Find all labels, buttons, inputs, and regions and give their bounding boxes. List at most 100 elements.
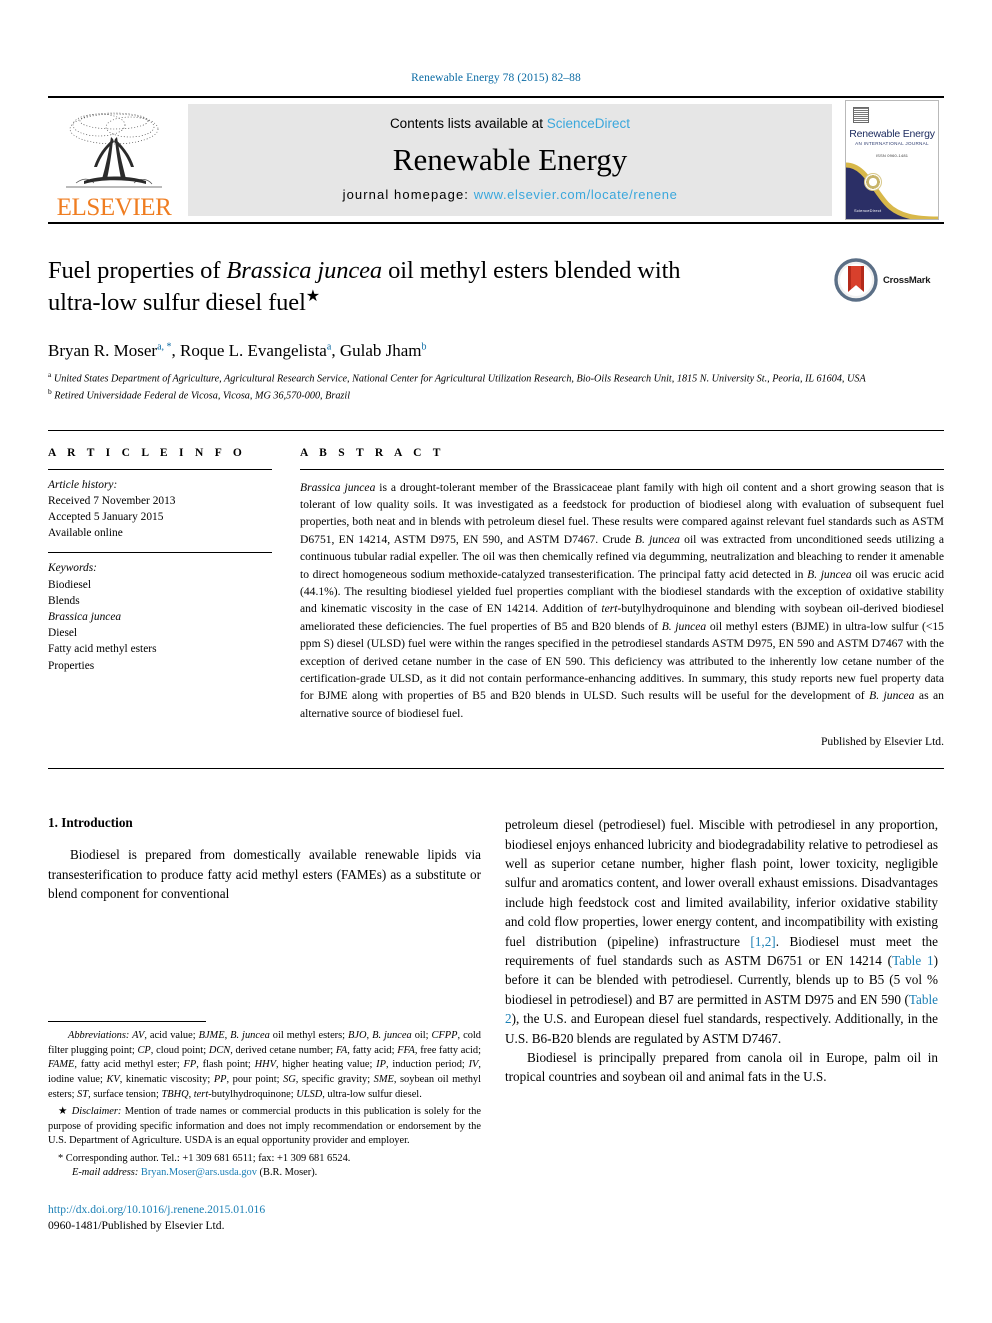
abbreviation-definition: oil; [411,1030,432,1042]
sciencedirect-panel: Contents lists available at ScienceDirec… [188,104,832,216]
abstract-text: Brassica juncea is a drought-tolerant me… [300,470,944,722]
issn-line: 0960-1481/Published by Elsevier Ltd. [48,1218,225,1232]
abbreviation-definition: , surface tension; [88,1088,162,1100]
author-1-name: Bryan R. Moser [48,340,158,360]
author-3-name: Gulab Jham [339,340,422,360]
body-run: petroleum diesel (petrodiesel) fuel. Mis… [505,817,938,949]
email-suffix: (B.R. Moser). [256,1167,318,1179]
body-run: ), the U.S. and European diesel fuel sta… [505,1011,938,1046]
abbreviation-definition: , derived cetane number; [230,1044,336,1056]
sciencedirect-link[interactable]: ScienceDirect [547,116,630,131]
abbreviation-term: DCN [208,1044,231,1056]
abbreviation-term: SME [373,1074,394,1085]
author-2: Roque L. Evangelistaa [180,341,331,360]
abbreviation-term: B. juncea [372,1030,412,1042]
abbreviation-term: ST [77,1088,89,1100]
keyword-item: Fatty acid methyl esters [48,643,157,656]
affiliations: a United States Department of Agricultur… [48,370,944,404]
abbreviation-definition: , flash point; [196,1059,255,1071]
footnote-separator [48,1021,206,1023]
elsevier-tree-icon [54,109,174,197]
body-column-right: petroleum diesel (petrodiesel) fuel. Mis… [505,815,938,1234]
title-pre: Fuel properties of [48,257,227,284]
crossmark-label: CrossMark [883,274,931,286]
abbreviation-term: FFA [397,1044,415,1056]
title-line2: ultra-low sulfur diesel fuel [48,289,306,317]
cover-publisher-icon [853,107,869,123]
published-by-line: Published by Elsevier Ltd. [820,735,944,749]
author-3-marks[interactable]: b [422,341,427,352]
info-abstract-band: A R T I C L E I N F O Article history: R… [48,429,944,770]
cover-subtitle: AN INTERNATIONAL JOURNAL [855,141,929,146]
journal-homepage-line: journal homepage: www.elsevier.com/locat… [343,187,678,202]
abbreviation-term: SG [283,1074,296,1085]
affiliation-a-text: United States Department of Agriculture,… [53,373,866,385]
disclaimer-footnote: ★ Disclaimer: Mention of trade names or … [48,1105,481,1149]
abbreviation-term: CP [137,1044,151,1056]
abbreviation-term: BJO [348,1030,367,1042]
cover-footer: ScienceDirect [854,208,882,213]
author-1: Bryan R. Mosera, * [48,341,172,360]
article-history-accepted: Accepted 5 January 2015 [48,511,164,523]
article-history-label: Article history: [48,478,118,491]
abbreviation-term: FA [335,1044,348,1056]
title-species: Brassica juncea [226,257,383,284]
author-2-marks[interactable]: a [327,341,331,352]
doi-link[interactable]: http://dx.doi.org/10.1016/j.renene.2015.… [48,1203,481,1216]
abbreviation-term: AV [132,1030,145,1042]
abbreviations-footnote: Abbreviations: AV, acid value; BJME, B. … [48,1029,481,1102]
email-link[interactable]: Bryan.Moser@ars.usda.gov [141,1167,257,1178]
cover-title: Renewable Energy [849,128,935,140]
author-list: Bryan R. Mosera, *, Roque L. Evangelista… [48,340,427,360]
cover-emblem-icon [864,173,882,191]
affiliation-a: a United States Department of Agricultur… [48,370,944,387]
abbreviation-definition: oil methyl esters; [269,1030,349,1042]
homepage-label: journal homepage: [342,187,474,202]
abbreviation-definition: , specific gravity; [295,1074,374,1085]
intro-paragraph-left: Biodiesel is prepared from domestically … [48,847,481,901]
keyword-item: Properties [48,659,95,672]
running-head: Renewable Energy 78 (2015) 82–88 [411,72,581,84]
email-label: E-mail address: [72,1167,139,1179]
disclaimer-label: Disclaimer: [71,1106,122,1118]
abbreviation-term: BJME [198,1030,225,1042]
abstract-italic-run: Brassica juncea [300,480,376,494]
disclaimer-marker: ★ [58,1106,69,1118]
title-post: oil methyl esters blended with [382,257,681,284]
abstract-italic-run: B. juncea [869,689,915,703]
contents-available-line: Contents lists available at ScienceDirec… [390,116,630,131]
abbreviation-definition: , fatty acid methyl ester; [74,1059,184,1071]
abstract-column: A B S T R A C T Brassica juncea is a dro… [300,447,944,748]
corresponding-author-footnote: * Corresponding author. Tel.: +1 309 681… [48,1152,481,1167]
abbreviation-definition: , free fatty acid; [414,1044,481,1056]
journal-title: Renewable Energy [392,141,628,177]
article-history-received: Received 7 November 2013 [48,494,176,507]
abbreviation-term: ULSD [296,1088,323,1100]
inline-reference-link[interactable]: [1,2] [750,934,775,949]
author-1-marks[interactable]: a, * [157,341,171,352]
abbreviation-definition: , induction period; [385,1059,469,1071]
keywords-group: Keywords: Biodiesel Blends Brassica junc… [48,553,272,684]
abstract-italic-run: B. juncea [661,619,707,633]
article-info-column: A R T I C L E I N F O Article history: R… [48,447,300,748]
abbreviation-term: FAME [48,1059,75,1071]
keyword-item: Diesel [48,627,78,640]
author-3: Gulab Jhamb [340,341,427,360]
contents-prefix: Contents lists available at [389,116,547,131]
inline-reference-link[interactable]: Table 1 [892,953,934,968]
homepage-url-link[interactable]: www.elsevier.com/locate/renene [474,187,678,202]
abbreviation-definition: , higher heating value; [275,1059,377,1071]
crossmark-badge[interactable]: CrossMark [834,256,944,302]
abbreviation-term: FP [183,1059,197,1071]
article-history-group: Article history: Received 7 November 201… [48,470,272,553]
body-columns: 1. Introduction Biodiesel is prepared fr… [48,815,944,1234]
body-column-left: 1. Introduction Biodiesel is prepared fr… [48,815,481,1234]
abbreviation-term: IV [468,1059,479,1071]
abbreviation-definition: , acid value; [144,1030,199,1042]
abbreviation-term: B. juncea [230,1030,270,1042]
title-footnote-marker[interactable]: ★ [306,288,320,305]
affiliation-b-text: Retired Universidade Federal de Vicosa, … [54,390,351,402]
paper-page: Renewable Energy 78 (2015) 82–88 ELSEVIE… [0,0,992,1323]
abbreviation-term: PP [213,1074,227,1085]
abstract-heading: A B S T R A C T [300,446,445,459]
